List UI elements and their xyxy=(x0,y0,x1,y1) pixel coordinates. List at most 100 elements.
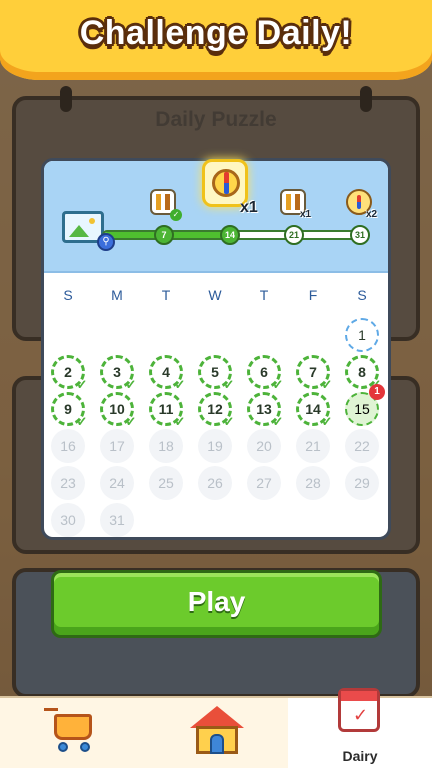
milestone-node: 14 xyxy=(220,225,240,245)
day-number: 17 xyxy=(109,438,125,454)
check-icon: ✓ xyxy=(321,377,333,392)
calendar-day[interactable]: 6 ✓ xyxy=(247,355,283,391)
check-icon: ✓ xyxy=(76,414,88,429)
day-number: 15 xyxy=(354,401,370,417)
day-number: 21 xyxy=(305,438,321,454)
day-number: 6 xyxy=(260,364,268,380)
day-number: 31 xyxy=(109,512,125,528)
day-number: 26 xyxy=(207,475,223,491)
day-number: 7 xyxy=(309,364,317,380)
shopping-cart-icon xyxy=(44,708,102,752)
calendar-day[interactable]: 2 ✓ xyxy=(51,355,87,391)
calendar-day[interactable]: 14 ✓ xyxy=(296,392,332,428)
check-icon: ✓ xyxy=(76,377,88,392)
day-number: 23 xyxy=(60,475,76,491)
day-number: 30 xyxy=(60,512,76,528)
calendar-day[interactable]: 21 xyxy=(296,429,330,463)
day-number: 22 xyxy=(354,438,370,454)
check-icon: ✓ xyxy=(125,377,137,392)
day-number: 14 xyxy=(305,401,321,417)
milestone-node: 21 xyxy=(284,225,304,245)
day-number: 25 xyxy=(158,475,174,491)
calendar-day[interactable]: 7 ✓ xyxy=(296,355,332,391)
calendar-modal: ⚲ 7 14 21 31 ✓ x1 x1 x2 S M T W T F S 12… xyxy=(41,158,391,540)
weekday-label: M xyxy=(111,287,123,303)
day-number: 16 xyxy=(60,438,76,454)
check-icon: ✓ xyxy=(272,377,284,392)
calendar-day[interactable]: 17 xyxy=(100,429,134,463)
calendar-day[interactable]: 28 xyxy=(296,466,330,500)
calendar-day[interactable]: 30 xyxy=(51,503,85,537)
nav-item-dairy[interactable]: ✓ Dairy xyxy=(288,688,432,768)
weekday-label: T xyxy=(161,287,171,303)
milestone-node: 31 xyxy=(350,225,370,245)
magnifier-icon: ⚲ xyxy=(97,233,115,251)
calendar-day[interactable]: 12 ✓ xyxy=(198,392,234,428)
day-number: 2 xyxy=(64,364,72,380)
calendar-day[interactable]: 13 ✓ xyxy=(247,392,283,428)
calendar-day[interactable]: 31 xyxy=(100,503,134,537)
reward-multiplier: x2 xyxy=(366,209,378,220)
weekday-label: W xyxy=(208,287,222,303)
day-number: 11 xyxy=(158,401,174,417)
nav-item-shop[interactable] xyxy=(0,698,144,768)
calendar-day[interactable]: 10 ✓ xyxy=(100,392,136,428)
reward-multiplier: x1 xyxy=(240,199,258,216)
notification-badge: 1 xyxy=(369,384,385,400)
day-number: 20 xyxy=(256,438,272,454)
calendar-day[interactable]: 15 1 xyxy=(345,384,385,426)
calendar-day[interactable]: 19 xyxy=(198,429,232,463)
calendar-day[interactable]: 20 xyxy=(247,429,281,463)
calendar-day[interactable]: 25 xyxy=(149,466,183,500)
day-number: 3 xyxy=(113,364,121,380)
weekday-label: S xyxy=(357,287,367,303)
day-number: 18 xyxy=(158,438,174,454)
calendar-day[interactable]: 18 xyxy=(149,429,183,463)
calendar-day[interactable]: 9 ✓ xyxy=(51,392,87,428)
page-title: Challenge Daily! xyxy=(79,14,353,52)
calendar-day[interactable]: 24 xyxy=(100,466,134,500)
day-number: 5 xyxy=(211,364,219,380)
reward-multiplier: x1 xyxy=(300,209,312,220)
calendar-day[interactable]: 29 xyxy=(345,466,379,500)
day-number: 13 xyxy=(256,401,272,417)
weekday-label: S xyxy=(63,287,73,303)
check-icon: ✓ xyxy=(125,414,137,429)
weekday-label: F xyxy=(308,287,318,303)
weekday-label: T xyxy=(259,287,269,303)
check-icon: ✓ xyxy=(174,414,186,429)
day-number: 28 xyxy=(305,475,321,491)
day-number: 19 xyxy=(207,438,223,454)
check-icon: ✓ xyxy=(174,377,186,392)
check-icon: ✓ xyxy=(223,377,235,392)
check-icon: ✓ xyxy=(321,414,333,429)
day-number: 1 xyxy=(358,327,366,343)
day-number: 10 xyxy=(109,401,125,417)
calendar-day[interactable]: 16 xyxy=(51,429,85,463)
check-icon: ✓ xyxy=(223,414,235,429)
bottom-nav: ✓ Dairy xyxy=(0,688,432,768)
calendar-day[interactable]: 5 ✓ xyxy=(198,355,234,391)
nav-label-dairy: Dairy xyxy=(342,748,378,764)
calendar-day[interactable]: 27 xyxy=(247,466,281,500)
calendar-day[interactable]: 1 xyxy=(345,318,379,352)
day-number: 9 xyxy=(64,401,72,417)
play-button[interactable]: Play xyxy=(51,570,382,638)
check-icon: ✓ xyxy=(272,414,284,429)
calendar-day[interactable]: 11 ✓ xyxy=(149,392,185,428)
home-icon xyxy=(190,706,244,756)
day-number: 12 xyxy=(207,401,223,417)
day-number: 24 xyxy=(109,475,125,491)
calendar-day[interactable]: 3 ✓ xyxy=(100,355,136,391)
day-number: 4 xyxy=(162,364,170,380)
day-number: 29 xyxy=(354,475,370,491)
reward-progress-panel: ⚲ 7 14 21 31 ✓ x1 x1 x2 xyxy=(44,159,388,273)
calendar-day[interactable]: 23 xyxy=(51,466,85,500)
day-number: 27 xyxy=(256,475,272,491)
check-icon: ✓ xyxy=(170,209,182,221)
milestone-node: 7 xyxy=(154,225,174,245)
calendar-day[interactable]: 22 xyxy=(345,429,379,463)
calendar-day[interactable]: 4 ✓ xyxy=(149,355,185,391)
calendar-day[interactable]: 26 xyxy=(198,466,232,500)
header-banner: Challenge Daily! xyxy=(0,0,432,88)
